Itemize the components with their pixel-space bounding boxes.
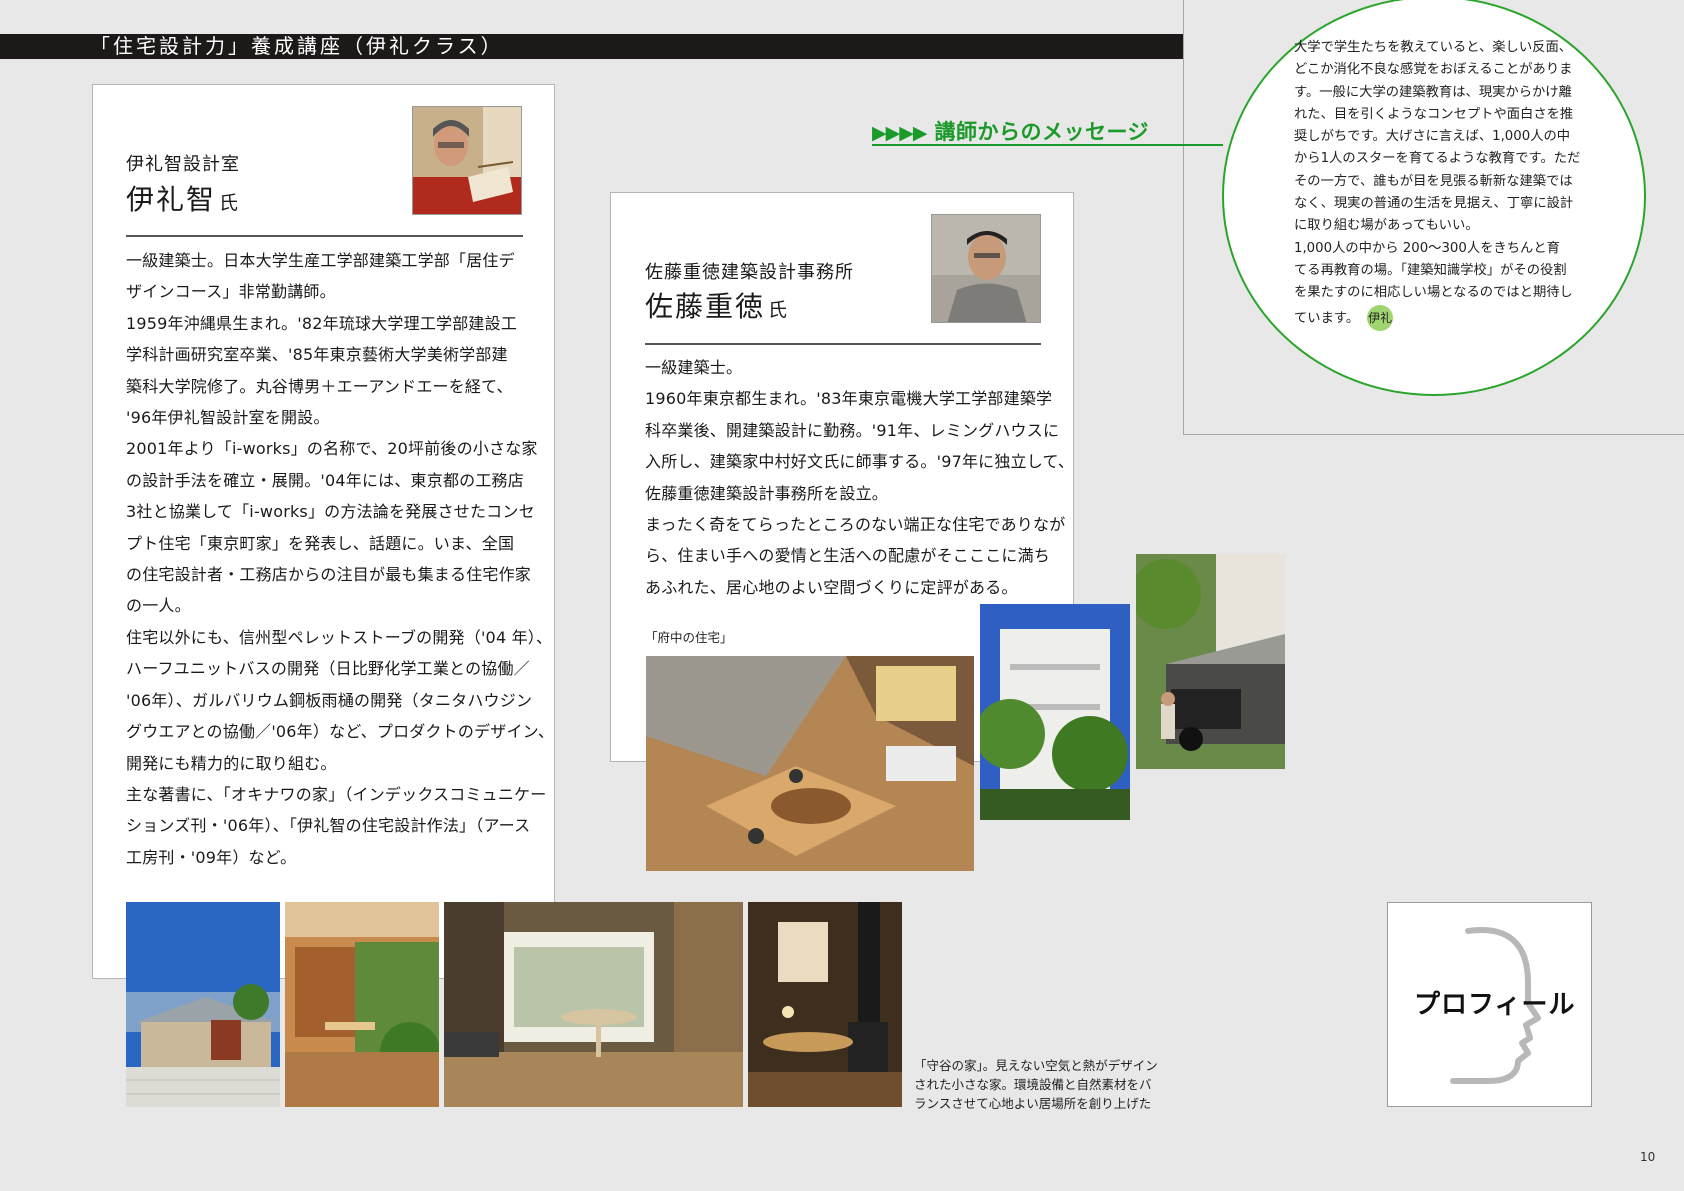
message-line: に取り組む場があってもいい。 bbox=[1294, 218, 1479, 234]
bio-line: 1960年東京都生まれ。'83年東京電機大学工学部建築学 bbox=[645, 389, 1053, 409]
bio-line: 工房刊・'09年）など。 bbox=[126, 847, 297, 867]
honorific: 氏 bbox=[219, 192, 239, 214]
bio-line: まったく奇をてらったところのない端正な住宅でありなが bbox=[645, 515, 1066, 535]
portrait-photo bbox=[931, 214, 1041, 323]
office-name: 佐藤重徳建築設計事務所 bbox=[645, 262, 854, 283]
caption-line: ランスさせて心地よい居場所を創り上げた bbox=[914, 1096, 1152, 1111]
message-line: を果たすのに相応しい場となるのではと期待し bbox=[1294, 285, 1573, 301]
portrait-image-irei bbox=[413, 107, 521, 214]
message-text: 大学で学生たちを教えていると、楽しい反面、 どこか消化不良な感覚をおぼえることが… bbox=[1294, 37, 1580, 331]
bio-line: の住宅設計者・工務店からの注目が最も集まる住宅作家 bbox=[126, 565, 532, 585]
message-line: から1人のスターを育てるような教育です。ただ bbox=[1294, 151, 1581, 167]
fuchu-caption: 「府中の住宅」 bbox=[645, 630, 733, 645]
portrait-photo bbox=[412, 106, 522, 215]
divider-rule bbox=[645, 343, 1041, 345]
moriya-caption: 「守谷の家」。見えない空気と熱がデザイン された小さな家。環境設備と自然素材をバ… bbox=[914, 1056, 1158, 1113]
bio-line: 2001年より「i-works」の名称で、20坪前後の小さな家 bbox=[126, 439, 538, 459]
honorific: 氏 bbox=[768, 299, 788, 321]
fuchu-exterior-image bbox=[980, 604, 1130, 820]
message-last-text: ています。 bbox=[1294, 310, 1360, 326]
living-stove-image bbox=[748, 902, 902, 1107]
bio-text: 一級建築士。日本大学生産工学部建築工学部「居住デ ザインコース」非常勤講師。 1… bbox=[126, 245, 554, 873]
bio-line: ハーフユニットバスの開発（日比野化学工業との協働／ bbox=[126, 659, 530, 679]
bio-line: 佐藤重徳建築設計事務所を設立。 bbox=[645, 483, 889, 503]
message-line-last: ています。 伊礼 bbox=[1294, 304, 1580, 331]
bio-line: 入所し、建築家中村好文氏に師事する。'97年に独立して、 bbox=[645, 452, 1075, 472]
message-line: てる再教育の場。「建築知識学校」がその役割 bbox=[1294, 262, 1567, 278]
page-number: 10 bbox=[1640, 1150, 1656, 1164]
bio-line: ら、住まい手への愛情と生活への配慮がそこここに満ち bbox=[645, 546, 1051, 566]
bio-line: の一人。 bbox=[126, 596, 191, 616]
bio-line: プト住宅「東京町家」を発表し、話題に。いま、全国 bbox=[126, 533, 515, 553]
bio-line: あふれた、居心地のよい空間づくりに定評がある。 bbox=[645, 577, 1018, 597]
portrait-image-sato bbox=[932, 215, 1040, 322]
message-heading: ▶▶▶▶ 講師からのメッセージ bbox=[872, 116, 1149, 146]
office-name: 伊礼智設計室 bbox=[126, 154, 240, 175]
page-title: 「住宅設計力」養成講座（伊礼クラス） bbox=[90, 34, 504, 58]
message-line: れた、目を引くようなコンセプトや面白さを推 bbox=[1294, 106, 1574, 122]
message-line: 大学で学生たちを教えていると、楽しい反面、 bbox=[1294, 40, 1573, 55]
bio-line: ザインコース」非常勤講師。 bbox=[126, 282, 336, 302]
bio-line: 学科計画研究室卒業、'85年東京藝術大学美術学部建 bbox=[126, 345, 508, 365]
fuchu-garage-image bbox=[1136, 554, 1285, 769]
fuchu-garage-photo bbox=[1136, 554, 1285, 769]
bio-line: 開発にも精力的に取り組む。 bbox=[126, 753, 337, 773]
arrow-icons: ▶▶▶▶ bbox=[872, 122, 927, 144]
divider-rule bbox=[126, 235, 523, 237]
bio-line: 一級建築士。 bbox=[645, 358, 743, 377]
message-line: す。一般に大学の建築教育は、現実からかけ離 bbox=[1294, 84, 1572, 100]
caption-line: された小さな家。環境設備と自然素材をバ bbox=[914, 1077, 1152, 1092]
message-line: どこか消化不良な感覚をおぼえることがありま bbox=[1294, 62, 1573, 78]
message-heading-text: 講師からのメッセージ bbox=[934, 120, 1150, 144]
bio-line: 主な著書に、「オキナワの家」（インデックスコミュニケー bbox=[126, 784, 547, 804]
bio-line: 住宅以外にも、信州型ペレットストーブの開発（'04 年）、 bbox=[126, 627, 553, 647]
profile-label: プロフィール bbox=[1414, 990, 1576, 1020]
name-text: 佐藤重徳 bbox=[645, 290, 766, 323]
bio-line: ションズ刊・'06年）、「伊礼智の住宅設計作法」（アース bbox=[126, 816, 531, 836]
bio-text: 一級建築士。 1960年東京都生まれ。'83年東京電機大学工学部建築学 科卒業後… bbox=[645, 352, 1074, 603]
bio-line: 科卒業後、開建築設計に勤務。'91年、レミングハウスに bbox=[645, 420, 1060, 440]
bio-line: の設計手法を確立・展開。'04年には、東京都の工務店 bbox=[126, 470, 524, 490]
bio-line: 一級建築士。日本大学生産工学部建築工学部「居住デ bbox=[126, 251, 515, 270]
house-terrace-photo bbox=[285, 902, 439, 1107]
bio-line: '06年）、ガルバリウム鋼板雨樋の開発（タニタハウジン bbox=[126, 690, 533, 710]
message-line: 1,000人の中から 200～300人をきちんと育 bbox=[1294, 240, 1560, 256]
fuchu-interior-image bbox=[646, 656, 974, 871]
message-heading-underline bbox=[872, 144, 1223, 146]
bio-line: 3社と協業して「i-works」の方法論を発展させたコンセ bbox=[126, 502, 535, 522]
person-name: 佐藤重徳氏 bbox=[645, 285, 787, 325]
message-line: なく、現実の普通の生活を見据え、丁寧に設計 bbox=[1294, 196, 1574, 212]
fuchu-interior-photo bbox=[646, 656, 974, 871]
message-line: その一方で、誰もが目を見張る斬新な建築では bbox=[1294, 173, 1573, 189]
bio-line: グウエアとの協働／'06年）など、プロダクトのデザイン、 bbox=[126, 722, 555, 742]
message-line: 奨しがちです。大げさに言えば、1,000人の中 bbox=[1294, 129, 1571, 145]
dining-room-image bbox=[444, 902, 743, 1107]
fuchu-exterior-photo bbox=[980, 604, 1130, 820]
name-text: 伊礼智 bbox=[126, 183, 217, 216]
dining-room-photo bbox=[444, 902, 743, 1107]
bio-line: 築科大学院修了。丸谷博男＋エーアンドエーを経て、 bbox=[126, 376, 513, 396]
house-exterior-image bbox=[126, 902, 280, 1107]
bio-line: 1959年沖縄県生まれ。'82年琉球大学理工学部建設工 bbox=[126, 313, 518, 333]
signature-badge: 伊礼 bbox=[1367, 304, 1394, 331]
living-stove-photo bbox=[748, 902, 902, 1107]
house-exterior-photo bbox=[126, 902, 280, 1107]
connector-line bbox=[1222, 144, 1224, 146]
house-terrace-image bbox=[285, 902, 439, 1107]
caption-line: 「守谷の家」。見えない空気と熱がデザイン bbox=[914, 1058, 1158, 1073]
bio-line: '96年伊礼智設計室を開設。 bbox=[126, 408, 330, 428]
person-name: 伊礼智氏 bbox=[126, 178, 238, 218]
